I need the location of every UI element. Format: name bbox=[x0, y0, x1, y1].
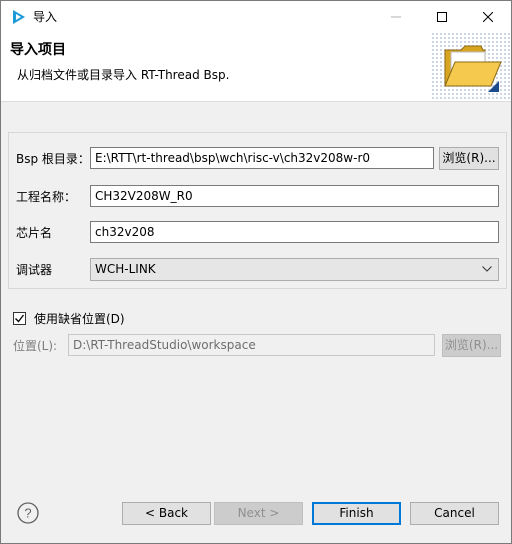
close-button[interactable] bbox=[465, 1, 511, 32]
debugger-label: 调试器 bbox=[16, 263, 53, 277]
location-label: 位置(L): bbox=[13, 339, 58, 353]
location-browse-button[interactable]: 浏览(R)... bbox=[442, 334, 501, 357]
close-icon bbox=[483, 11, 493, 22]
maximize-icon bbox=[437, 11, 447, 22]
back-button[interactable]: < Back bbox=[122, 502, 211, 525]
svg-text:?: ? bbox=[24, 506, 31, 521]
use-default-location-checkbox[interactable] bbox=[13, 312, 26, 325]
import-dialog: 导入 导入项目 从归档文件或目录导入 RT-Thread Bsp. Bsp 根目… bbox=[0, 0, 512, 544]
project-name-label: 工程名称： bbox=[16, 190, 77, 204]
location-input[interactable]: D:\RT-ThreadStudio\workspace bbox=[68, 334, 435, 356]
chip-name-label: 芯片名 bbox=[16, 226, 53, 240]
page-description: 从归档文件或目录导入 RT-Thread Bsp. bbox=[17, 68, 230, 82]
rt-thread-app-icon bbox=[13, 10, 25, 24]
finish-button[interactable]: Finish bbox=[312, 502, 401, 525]
chip-name-input[interactable]: ch32v208 bbox=[90, 221, 499, 243]
debugger-selected-value: WCH-LINK bbox=[95, 262, 156, 276]
bsp-root-input[interactable]: E:\RTT\rt-thread\bsp\wch\risc-v\ch32v208… bbox=[90, 147, 434, 169]
maximize-button[interactable] bbox=[419, 1, 465, 32]
wizard-header: 导入项目 从归档文件或目录导入 RT-Thread Bsp. bbox=[1, 32, 511, 102]
use-default-location-label[interactable]: 使用缺省位置(D) bbox=[34, 311, 125, 327]
window-title: 导入 bbox=[33, 10, 58, 24]
title-bar[interactable]: 导入 bbox=[1, 1, 511, 32]
page-title: 导入项目 bbox=[10, 42, 66, 58]
chevron-down-icon bbox=[482, 266, 492, 272]
minimize-button[interactable] bbox=[373, 1, 419, 32]
bsp-browse-button[interactable]: 浏览(R)... bbox=[439, 147, 499, 170]
minimize-icon bbox=[391, 16, 401, 17]
bsp-root-label: Bsp 根目录： bbox=[16, 152, 90, 166]
cancel-button[interactable]: Cancel bbox=[410, 502, 499, 525]
debugger-select[interactable]: WCH-LINK bbox=[90, 258, 499, 281]
next-button[interactable]: Next > bbox=[214, 502, 303, 525]
help-icon[interactable]: ? bbox=[17, 502, 39, 524]
folder-icon bbox=[444, 45, 502, 92]
project-name-input[interactable]: CH32V208W_R0 bbox=[90, 185, 499, 207]
checkmark-icon bbox=[15, 314, 25, 323]
